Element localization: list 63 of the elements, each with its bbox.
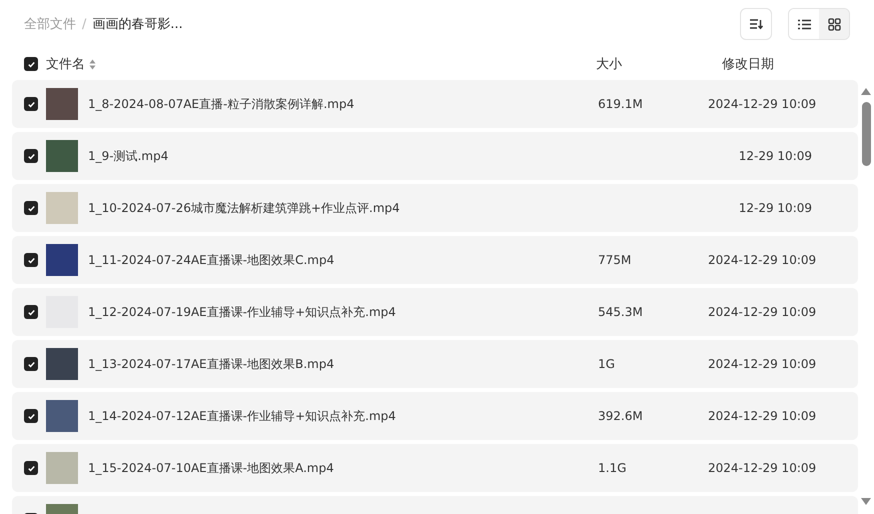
file-name: 1_15-2024-07-10AE直播课-地图效果A.mp4	[88, 460, 335, 476]
modified-date: 12-29 10:09	[738, 201, 812, 215]
file-size: 775M	[598, 253, 632, 267]
checkmark-icon	[26, 308, 36, 316]
file-row[interactable]: 1_15-2024-07-10AE直播课-地图效果A.mp4 1.1G 2024-12-29 10:09	[12, 444, 858, 492]
row-checkbox[interactable]	[24, 461, 38, 475]
grid-view-button[interactable]	[819, 9, 849, 39]
checkmark-icon	[26, 360, 36, 368]
checkmark-icon	[26, 204, 36, 212]
row-checkbox[interactable]	[24, 305, 38, 319]
file-name: 1_13-2024-07-17AE直播课-地图效果B.mp4	[88, 356, 336, 372]
breadcrumb-link[interactable]: 画画的春哥影...	[92, 15, 183, 33]
thumbnail-placeholder	[46, 452, 78, 484]
scrollbar-thumb[interactable]	[862, 102, 871, 166]
file-row[interactable]: 1_8-2024-08-07AE直播-粒子消散案例详解.mp4 619.1M 2024-12-29 10:09	[12, 80, 858, 128]
file-size: 1G	[598, 357, 615, 371]
row-checkbox[interactable]	[24, 409, 38, 423]
row-checkbox[interactable]	[24, 97, 38, 111]
thumbnail-placeholder	[46, 140, 78, 172]
row-checkbox[interactable]	[24, 357, 38, 371]
checkmark-icon	[26, 60, 36, 68]
file-name: 1_12-2024-07-19AE直播课-作业辅导+知识点补充.mp4	[88, 304, 397, 320]
checkmark-icon	[26, 152, 36, 160]
modified-date: 12-29 10:09	[738, 149, 812, 163]
checkmark-icon	[26, 464, 36, 472]
thumbnail-placeholder	[46, 88, 78, 120]
file-name: 1_14-2024-07-12AE直播课-作业辅导+知识点补充.mp4	[88, 408, 397, 424]
file-row[interactable]: 1_9-测试.mp4 12-29 10:09	[12, 132, 858, 180]
column-header: 修改日期	[722, 56, 774, 73]
file-row[interactable]: 1_13-2024-07-17AE直播课-地图效果B.mp4 1G 2024-12-29 10:09	[12, 340, 858, 388]
thumbnail-placeholder	[46, 244, 78, 276]
select-all-checkbox[interactable]	[24, 57, 38, 71]
file-size: 545.3M	[598, 305, 643, 319]
breadcrumb-separator: /	[82, 16, 86, 32]
checkmark-icon	[26, 256, 36, 264]
row-checkbox[interactable]	[24, 201, 38, 215]
file-row[interactable]: 1_10-2024-07-26城市魔法解析建筑弹跳+作业点评.mp4 12-29 10:09	[12, 184, 858, 232]
file-name: 1_11-2024-07-24AE直播课-地图效果C.mp4	[88, 252, 336, 268]
scroll-down-icon[interactable]	[861, 498, 871, 505]
sort-button[interactable]	[740, 8, 772, 40]
row-checkbox[interactable]	[24, 149, 38, 163]
file-size: 392.6M	[598, 409, 643, 423]
thumbnail-placeholder	[46, 400, 78, 432]
file-name: 1_10-2024-07-26城市魔法解析建筑弹跳+作业点评.mp4	[88, 200, 401, 216]
file-row[interactable]: 1_12-2024-07-19AE直播课-作业辅导+知识点补充.mp4 545.3M 2024-12-29 10:09	[12, 288, 858, 336]
file-name: 1_9-测试.mp4	[88, 148, 170, 164]
grid-icon	[828, 18, 840, 30]
list-icon	[798, 18, 810, 30]
thumbnail-placeholder	[46, 348, 78, 380]
thumbnail-placeholder	[46, 192, 78, 224]
file-row[interactable]: 1_11-2024-07-24AE直播课-地图效果C.mp4 775M 2024-12-29 10:09	[12, 236, 858, 284]
sort-icon	[749, 18, 763, 30]
file-name: 1_8-2024-08-07AE直播-粒子消散案例详解.mp4	[88, 96, 356, 112]
sort-icon[interactable]	[89, 58, 96, 70]
column-header: 大小	[596, 56, 623, 73]
file-size: 619.1M	[598, 97, 643, 111]
file-row[interactable]: 1_14-2024-07-12AE直播课-作业辅导+知识点补充.mp4 392.6M 2024-12-29 10:09	[12, 392, 858, 440]
scroll-up-icon[interactable]	[861, 88, 871, 95]
file-size: 1.1G	[598, 461, 626, 475]
checkmark-icon	[26, 100, 36, 108]
row-checkbox[interactable]	[24, 253, 38, 267]
column-header[interactable]: 文件名	[46, 55, 85, 73]
checkmark-icon	[26, 412, 36, 420]
